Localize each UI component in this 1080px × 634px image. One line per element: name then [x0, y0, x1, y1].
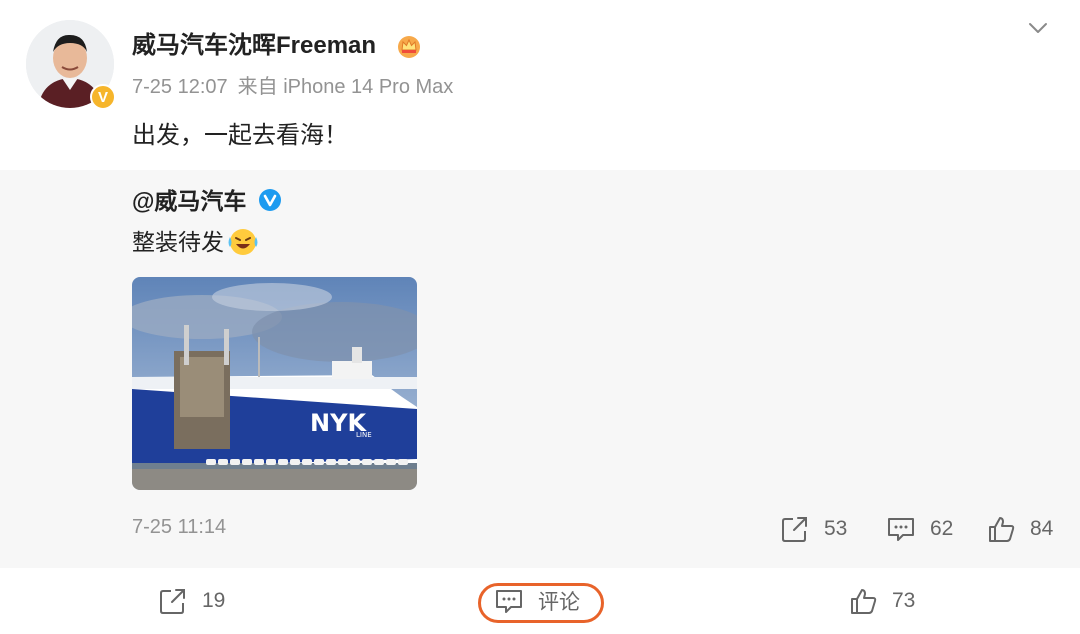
repost-comment-stat[interactable]: 62 [886, 514, 953, 544]
blue-v-icon [259, 189, 281, 211]
author-name[interactable]: 威马汽车沈晖Freeman [132, 30, 376, 62]
like-icon [989, 517, 1015, 542]
ship-hull-sublogo: LINE [356, 431, 372, 439]
like-button[interactable]: 73 [848, 586, 915, 616]
post-time: 7-25 12:07 [132, 76, 228, 98]
comment-button[interactable]: 评论 [494, 586, 580, 616]
share-button[interactable]: 19 [158, 586, 225, 616]
repost-share-count: 53 [824, 517, 848, 540]
like-icon [851, 589, 877, 614]
repost-share-stat[interactable]: 53 [780, 514, 847, 544]
repost-photo[interactable]: NYK LINE [132, 277, 417, 490]
share-icon [782, 517, 807, 542]
like-count: 73 [892, 589, 916, 612]
post-text: 出发，一起去看海！ [132, 122, 348, 149]
crown-icon[interactable] [396, 33, 422, 59]
comment-icon [496, 590, 522, 613]
verified-badge-icon: V [90, 84, 116, 110]
share-count: 19 [202, 589, 226, 612]
repost-comment-count: 62 [930, 517, 954, 540]
chevron-down-icon[interactable] [1026, 16, 1050, 40]
laugh-cry-emoji-icon [228, 229, 258, 255]
post-header: V 威马汽车沈晖Freeman 7-25 12:07 来自 iPhone 14 P… [0, 0, 1080, 170]
repost-like-count: 84 [1030, 517, 1054, 540]
share-icon [160, 589, 185, 614]
comment-icon [888, 518, 914, 541]
repost-text: 整装待发 [132, 229, 224, 255]
action-bar: 19 评论 73 [0, 568, 1080, 634]
repost-card[interactable]: @威马汽车 整装待发 NYK LINE 7-25 11:14 53 62 84 [0, 170, 1080, 568]
comment-label: 评论 [538, 591, 580, 614]
repost-like-stat[interactable]: 84 [986, 514, 1053, 544]
repost-time: 7-25 11:14 [132, 516, 227, 538]
post-source: 来自 iPhone 14 Pro Max [237, 76, 454, 98]
post-meta: 7-25 12:07 来自 iPhone 14 Pro Max [132, 74, 453, 100]
ship-photo: NYK LINE [132, 277, 417, 490]
repost-author[interactable]: @威马汽车 [132, 186, 246, 216]
